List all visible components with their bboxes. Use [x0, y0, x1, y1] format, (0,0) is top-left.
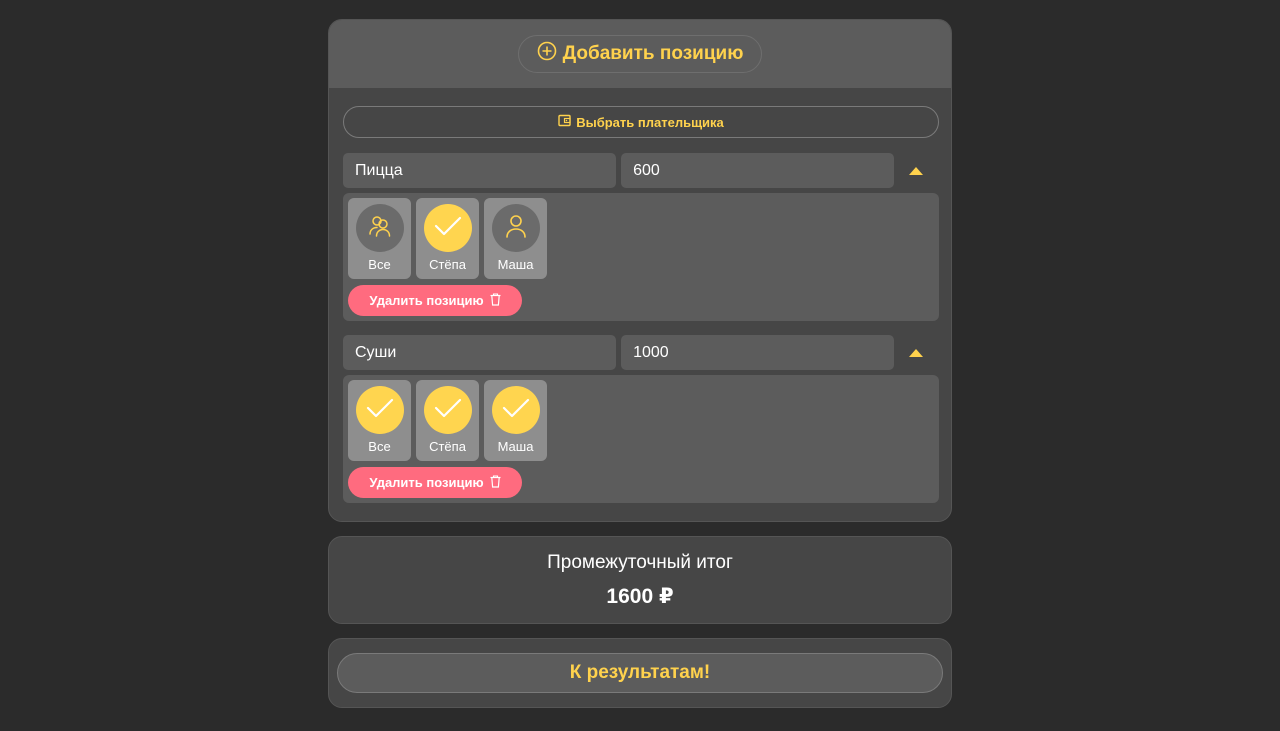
to-results-button[interactable]: К результатам! — [337, 653, 943, 693]
delete-position-button[interactable]: Удалить позицию — [348, 467, 522, 498]
people-list: Все Стёпа Маша — [348, 198, 934, 279]
person-name: Маша — [497, 439, 534, 454]
subtotal-label: Промежуточный итог — [547, 551, 733, 573]
person-toggle-masha[interactable]: Маша — [484, 198, 547, 279]
check-icon — [433, 215, 463, 242]
collapse-button[interactable] — [894, 153, 937, 188]
person-toggle-all[interactable]: Все — [348, 380, 411, 461]
delete-position-label: Удалить позицию — [369, 293, 484, 308]
person-toggle-stepa[interactable]: Стёпа — [416, 198, 479, 279]
position-item: Все Стёпа — [343, 153, 939, 321]
position-item: Все Стёпа — [343, 335, 939, 503]
position-row — [343, 335, 937, 370]
app-container: Добавить позицию Выбрать плательщика Пиц… — [328, 19, 952, 708]
check-icon — [433, 397, 463, 424]
results-card: К результатам! — [328, 638, 952, 708]
position-name-input[interactable] — [343, 153, 617, 188]
avatar — [423, 204, 472, 252]
users-icon — [367, 213, 393, 244]
person-toggle-stepa[interactable]: Стёпа — [416, 380, 479, 461]
avatar — [423, 386, 472, 434]
check-icon — [365, 397, 395, 424]
plus-circle-icon — [537, 41, 557, 67]
trash-icon — [490, 474, 501, 491]
delete-position-button[interactable]: Удалить позицию — [348, 285, 522, 316]
user-icon — [504, 213, 528, 244]
add-position-label: Добавить позицию — [562, 43, 744, 64]
items-body: Выбрать плательщика Пицца 600 Все Стёпа … — [329, 88, 951, 503]
person-name: Маша — [497, 257, 534, 272]
position-name-input[interactable] — [343, 335, 617, 370]
subtotal-card: Промежуточный итог 1600 ₽ — [328, 536, 952, 624]
position-panel: Все Стёпа Маша Удалить позицию — [343, 375, 939, 503]
select-payer-button[interactable]: Выбрать плательщика — [343, 106, 939, 138]
delete-position-label: Удалить позицию — [369, 475, 484, 490]
person-toggle-masha[interactable]: Маша — [484, 380, 547, 461]
select-payer-label: Выбрать плательщика — [576, 114, 724, 130]
caret-up-icon — [908, 345, 923, 360]
subtotal-value: 1600 ₽ — [606, 584, 674, 608]
add-position-button[interactable]: Добавить позицию — [517, 35, 763, 73]
person-name: Все — [368, 257, 391, 272]
person-name: Стёпа — [429, 439, 466, 454]
people-list: Все Стёпа Маша — [348, 380, 934, 461]
position-price-input[interactable] — [621, 153, 895, 188]
position-price-input[interactable] — [621, 335, 895, 370]
caret-up-icon — [908, 163, 923, 178]
person-toggle-all[interactable]: Все — [348, 198, 411, 279]
person-name: Стёпа — [429, 257, 466, 272]
items-header: Добавить позицию — [329, 20, 951, 88]
items-card: Добавить позицию Выбрать плательщика Пиц… — [328, 19, 952, 522]
trash-icon — [490, 292, 501, 309]
check-icon — [501, 397, 531, 424]
person-name: Все — [368, 439, 391, 454]
avatar — [491, 386, 540, 434]
wallet-icon — [558, 114, 571, 130]
collapse-button[interactable] — [894, 335, 937, 370]
avatar — [355, 204, 404, 252]
position-row — [343, 153, 937, 188]
position-panel: Все Стёпа Маша Удалить позицию — [343, 193, 939, 321]
avatar — [355, 386, 404, 434]
avatar — [491, 204, 540, 252]
